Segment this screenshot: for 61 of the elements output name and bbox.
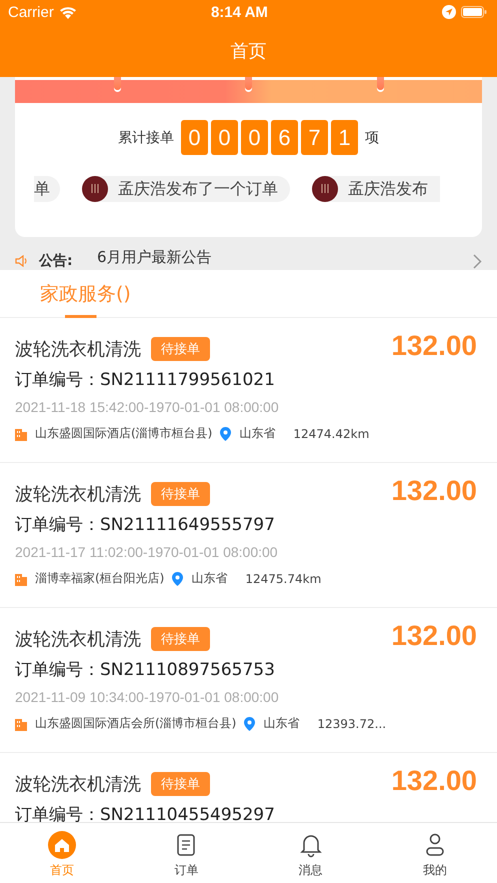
chevron-right-icon[interactable] (473, 254, 482, 268)
tab-bar-item[interactable]: 订单 (124, 823, 248, 883)
price: 132.00 (391, 330, 477, 362)
building-icon (15, 426, 27, 440)
distance: 12393.72... (317, 716, 386, 730)
tab-bar-item[interactable]: 消息 (248, 823, 373, 883)
distance: 12474.42km (293, 426, 370, 440)
province: 山东省 (239, 425, 276, 442)
location-pin-icon (172, 572, 184, 586)
location-pin-icon (220, 426, 232, 440)
tab-bar-item[interactable]: 我的 (372, 823, 497, 883)
service-time: 2021-11-09 10:34:00-1970-01-01 08:00:00 (15, 689, 280, 705)
order-number: 订单编号：SN21110897565753 (15, 659, 276, 681)
province: 山东省 (191, 570, 228, 587)
counter-digit: 0 (181, 120, 208, 155)
building-icon (15, 572, 27, 586)
price: 132.00 (391, 475, 477, 507)
status-tag: 待接单 (151, 482, 210, 506)
avatar-icon (312, 176, 338, 202)
person-icon (426, 831, 444, 859)
distance: 12475.74km (245, 572, 322, 586)
wifi-icon (58, 6, 77, 18)
counter-digit: 1 (331, 120, 358, 155)
status-tag: 待接单 (151, 772, 210, 796)
status-time: 8:14 AM (210, 4, 269, 20)
service-title: 波轮洗衣机清洗 (15, 483, 141, 506)
battery-icon (461, 6, 487, 18)
price: 132.00 (391, 765, 477, 797)
service-title: 波轮洗衣机清洗 (15, 628, 141, 651)
shop-name: 淄博幸福家(桓台阳光店) (35, 570, 164, 587)
home-icon (48, 831, 76, 859)
counter-digit: 6 (271, 120, 298, 155)
counter-unit: 项 (365, 128, 379, 146)
ticker-chip: 孟庆浩发布了一个订单 (82, 176, 290, 202)
service-title: 波轮洗衣机清洗 (15, 338, 141, 361)
status-tag: 待接单 (151, 627, 210, 651)
notice-text[interactable]: 6月用户最新公告 (97, 248, 473, 266)
service-time: 2021-11-18 15:42:00-1970-01-01 08:00:00 (15, 399, 280, 415)
order-number: 订单编号：SN21111649555797 (15, 514, 276, 536)
location-pin-icon (244, 716, 256, 730)
counter-digit: 0 (211, 120, 238, 155)
counter-digit: 0 (241, 120, 268, 155)
ticker-chip: 孟庆浩发布 (312, 176, 440, 202)
ticker-chip: 单 (34, 176, 60, 202)
avatar-icon (82, 176, 108, 202)
order-number: 订单编号：SN21111799561021 (15, 369, 276, 391)
carrier-name: Carrier (8, 4, 54, 20)
province: 山东省 (263, 715, 300, 732)
counter-digit: 7 (301, 120, 328, 155)
building-icon (15, 716, 27, 730)
price: 132.00 (391, 620, 477, 652)
shop-name: 山东盛圆国际酒店(淄博市桓台县) (35, 425, 212, 442)
page-title: 首页 (230, 40, 266, 62)
service-title: 波轮洗衣机清洗 (15, 773, 141, 796)
notice-label: 公告: (39, 252, 74, 270)
counter-label: 累计接单 (118, 128, 174, 146)
order-number: 订单编号：SN21110455495297 (15, 804, 276, 822)
speaker-icon (15, 255, 29, 267)
service-time: 2021-11-17 11:02:00-1970-01-01 08:00:00 (15, 544, 279, 560)
shop-name: 山东盛圆国际酒店会所(淄博市桓台县) (35, 715, 236, 732)
status-tag: 待接单 (151, 337, 210, 361)
